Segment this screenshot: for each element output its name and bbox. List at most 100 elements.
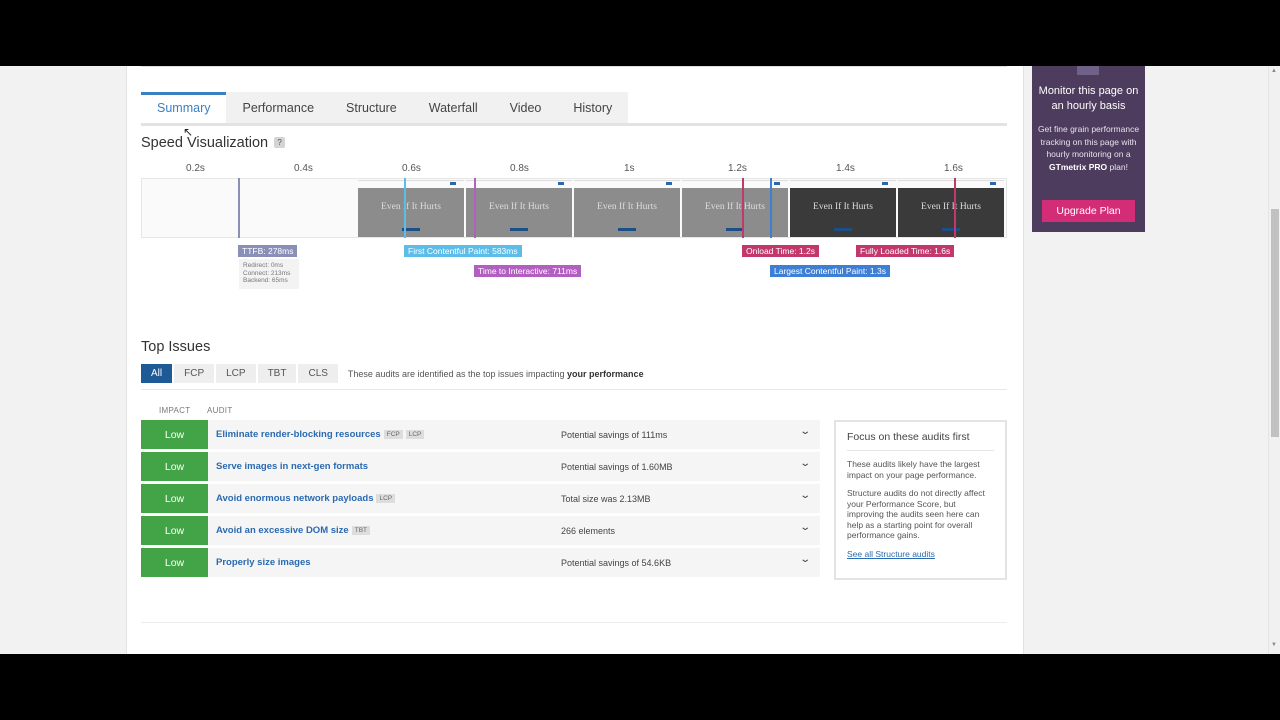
structure-audits-link[interactable]: See all Structure audits: [847, 549, 994, 559]
scroll-up-icon[interactable]: ▲: [1271, 68, 1277, 74]
promo-text-b: plan!: [1107, 161, 1128, 172]
frame-bar: [834, 228, 852, 231]
fcp-label[interactable]: First Contentful Paint: 583ms: [404, 245, 522, 257]
audit-name-link[interactable]: Properly size images: [216, 557, 311, 568]
audit-name-link[interactable]: Serve images in next-gen formats: [216, 461, 368, 472]
frame-caption: Even If It Hurts: [489, 202, 549, 212]
lcp-marker-line: [770, 178, 772, 238]
tab-summary[interactable]: Summary: [141, 92, 227, 123]
upgrade-plan-button[interactable]: Upgrade Plan: [1042, 200, 1135, 222]
timeline-tick: 1.2s: [728, 163, 747, 174]
tab-history[interactable]: History: [557, 92, 628, 123]
timeline-tick: 0.2s: [186, 163, 205, 174]
frame-timeline: [358, 180, 464, 186]
frame-caption: Even If It Hurts: [597, 202, 657, 212]
metric-tag: LCP: [405, 430, 425, 439]
chevron-down-icon[interactable]: ⌄: [799, 426, 811, 437]
timeline-tick: 0.6s: [402, 163, 421, 174]
audit-row[interactable]: Low Serve images in next-gen formats Poten…: [141, 452, 820, 481]
frame-timeline: [574, 180, 680, 186]
filters-note: These audits are identified as the top i…: [348, 369, 644, 379]
onload-marker-line: [742, 178, 744, 238]
audit-name: Eliminate render-blocking resources: [216, 429, 381, 440]
filmstrip-frame[interactable]: Even If It Hurts: [574, 188, 680, 237]
filter-tbt[interactable]: TBT: [257, 364, 297, 383]
audit-name-link[interactable]: Eliminate render-blocking resources FCP LC…: [216, 429, 425, 440]
tab-waterfall[interactable]: Waterfall: [413, 92, 494, 123]
frame-timeline: [790, 180, 896, 186]
tabs-underline: [141, 123, 1007, 126]
filter-all[interactable]: All: [141, 364, 173, 383]
timeline-tick: 1.6s: [944, 163, 963, 174]
chevron-down-icon[interactable]: ⌄: [799, 522, 811, 533]
timeline-tick: 0.8s: [510, 163, 529, 174]
divider: [141, 66, 1007, 67]
audit-row[interactable]: Low Eliminate render-blocking resources FC…: [141, 420, 820, 449]
ttfb-breakdown: Redirect: 0ms Connect: 213ms Backend: 65…: [239, 259, 299, 289]
audit-row[interactable]: Low Avoid an excessive DOM size TBT 266 ele…: [141, 516, 820, 545]
scroll-down-icon[interactable]: ▼: [1271, 642, 1277, 648]
audit-row[interactable]: Low Properly size images Potential savings…: [141, 548, 820, 577]
chevron-down-icon[interactable]: ⌄: [799, 554, 811, 565]
focus-audits-box: Focus on these audits first These audits…: [834, 420, 1007, 580]
focus-text: Structure audits do not directly affect …: [847, 488, 985, 540]
filmstrip-frame[interactable]: Even If It Hurts: [682, 188, 788, 237]
frame-bar: [942, 228, 960, 231]
audit-row[interactable]: Low Avoid enormous network payloads LCP Tot…: [141, 484, 820, 513]
report-tabs: Summary Performance Structure Waterfall …: [141, 92, 629, 123]
chevron-down-icon[interactable]: ⌄: [799, 490, 811, 501]
filter-fcp[interactable]: FCP: [174, 364, 215, 383]
tab-performance[interactable]: Performance: [226, 92, 330, 123]
audit-name-link[interactable]: Avoid enormous network payloads LCP: [216, 493, 396, 504]
chevron-down-icon[interactable]: ⌄: [799, 458, 811, 469]
speed-visualization-title: Speed Visualization: [141, 135, 269, 151]
frame-caption: Even If It Hurts: [705, 202, 765, 212]
help-icon[interactable]: ?: [274, 137, 286, 148]
impact-column-header: IMPACT: [159, 406, 191, 415]
tti-label[interactable]: Time to Interactive: 711ms: [474, 265, 582, 277]
impact-badge: Low: [141, 516, 208, 545]
fcp-marker-line: [404, 178, 406, 238]
ttfb-label[interactable]: TTFB: 278ms: [238, 245, 298, 257]
promo-title: Monitor this page on an hourly basis: [1038, 85, 1139, 112]
audit-column-header: AUDIT: [207, 406, 233, 415]
tab-structure[interactable]: Structure: [330, 92, 413, 123]
lcp-label[interactable]: Largest Contentful Paint: 1.3s: [770, 265, 890, 277]
fully-loaded-label[interactable]: Fully Loaded Time: 1.6s: [856, 245, 955, 257]
timeline-tick: 0.4s: [294, 163, 313, 174]
onload-label[interactable]: Onload Time: 1.2s: [742, 245, 819, 257]
filmstrip-frame[interactable]: Even If It Hurts: [358, 188, 464, 237]
ttfb-redirect: Redirect: 0ms: [243, 262, 284, 269]
audit-name: Avoid enormous network payloads: [216, 493, 374, 504]
speed-visualization-heading: Speed Visualization?: [141, 135, 286, 151]
scrollbar[interactable]: ▲ ▼: [1268, 66, 1280, 654]
filmstrip-frame[interactable]: Even If It Hurts: [790, 188, 896, 237]
audit-value: 266 elements: [561, 526, 616, 536]
top-issues-title: Top Issues: [141, 339, 211, 355]
frame-caption: Even If It Hurts: [813, 202, 873, 212]
tab-video[interactable]: Video: [494, 92, 558, 123]
note-bold: your performance: [567, 368, 644, 379]
audit-value: Potential savings of 54.6KB: [561, 558, 672, 568]
filmstrip-frame[interactable]: Even If It Hurts: [466, 188, 572, 237]
monitor-icon: [1077, 66, 1099, 75]
ttfb-marker-line: [238, 178, 240, 238]
impact-badge: Low: [141, 484, 208, 513]
audit-value: Potential savings of 111ms: [561, 430, 668, 440]
frame-caption: Even If It Hurts: [921, 202, 981, 212]
focus-title: Focus on these audits first: [847, 431, 994, 451]
promo-text: Get fine grain performance tracking on t…: [1036, 123, 1141, 173]
filter-lcp[interactable]: LCP: [216, 364, 256, 383]
filter-cls[interactable]: CLS: [298, 364, 338, 383]
timeline-tick: 1.4s: [836, 163, 855, 174]
frame-caption: Even If It Hurts: [381, 202, 441, 212]
scroll-thumb[interactable]: [1271, 209, 1279, 437]
metric-tag: LCP: [376, 494, 396, 503]
filmstrip-frame[interactable]: Even If It Hurts: [898, 188, 1004, 237]
audit-value: Potential savings of 1.60MB: [561, 462, 673, 472]
browser-viewport: Summary Performance Structure Waterfall …: [0, 66, 1280, 654]
audit-name-link[interactable]: Avoid an excessive DOM size TBT: [216, 525, 370, 536]
fully-loaded-marker-line: [954, 178, 956, 238]
frame-timeline: [682, 180, 788, 186]
divider: [141, 389, 1007, 390]
